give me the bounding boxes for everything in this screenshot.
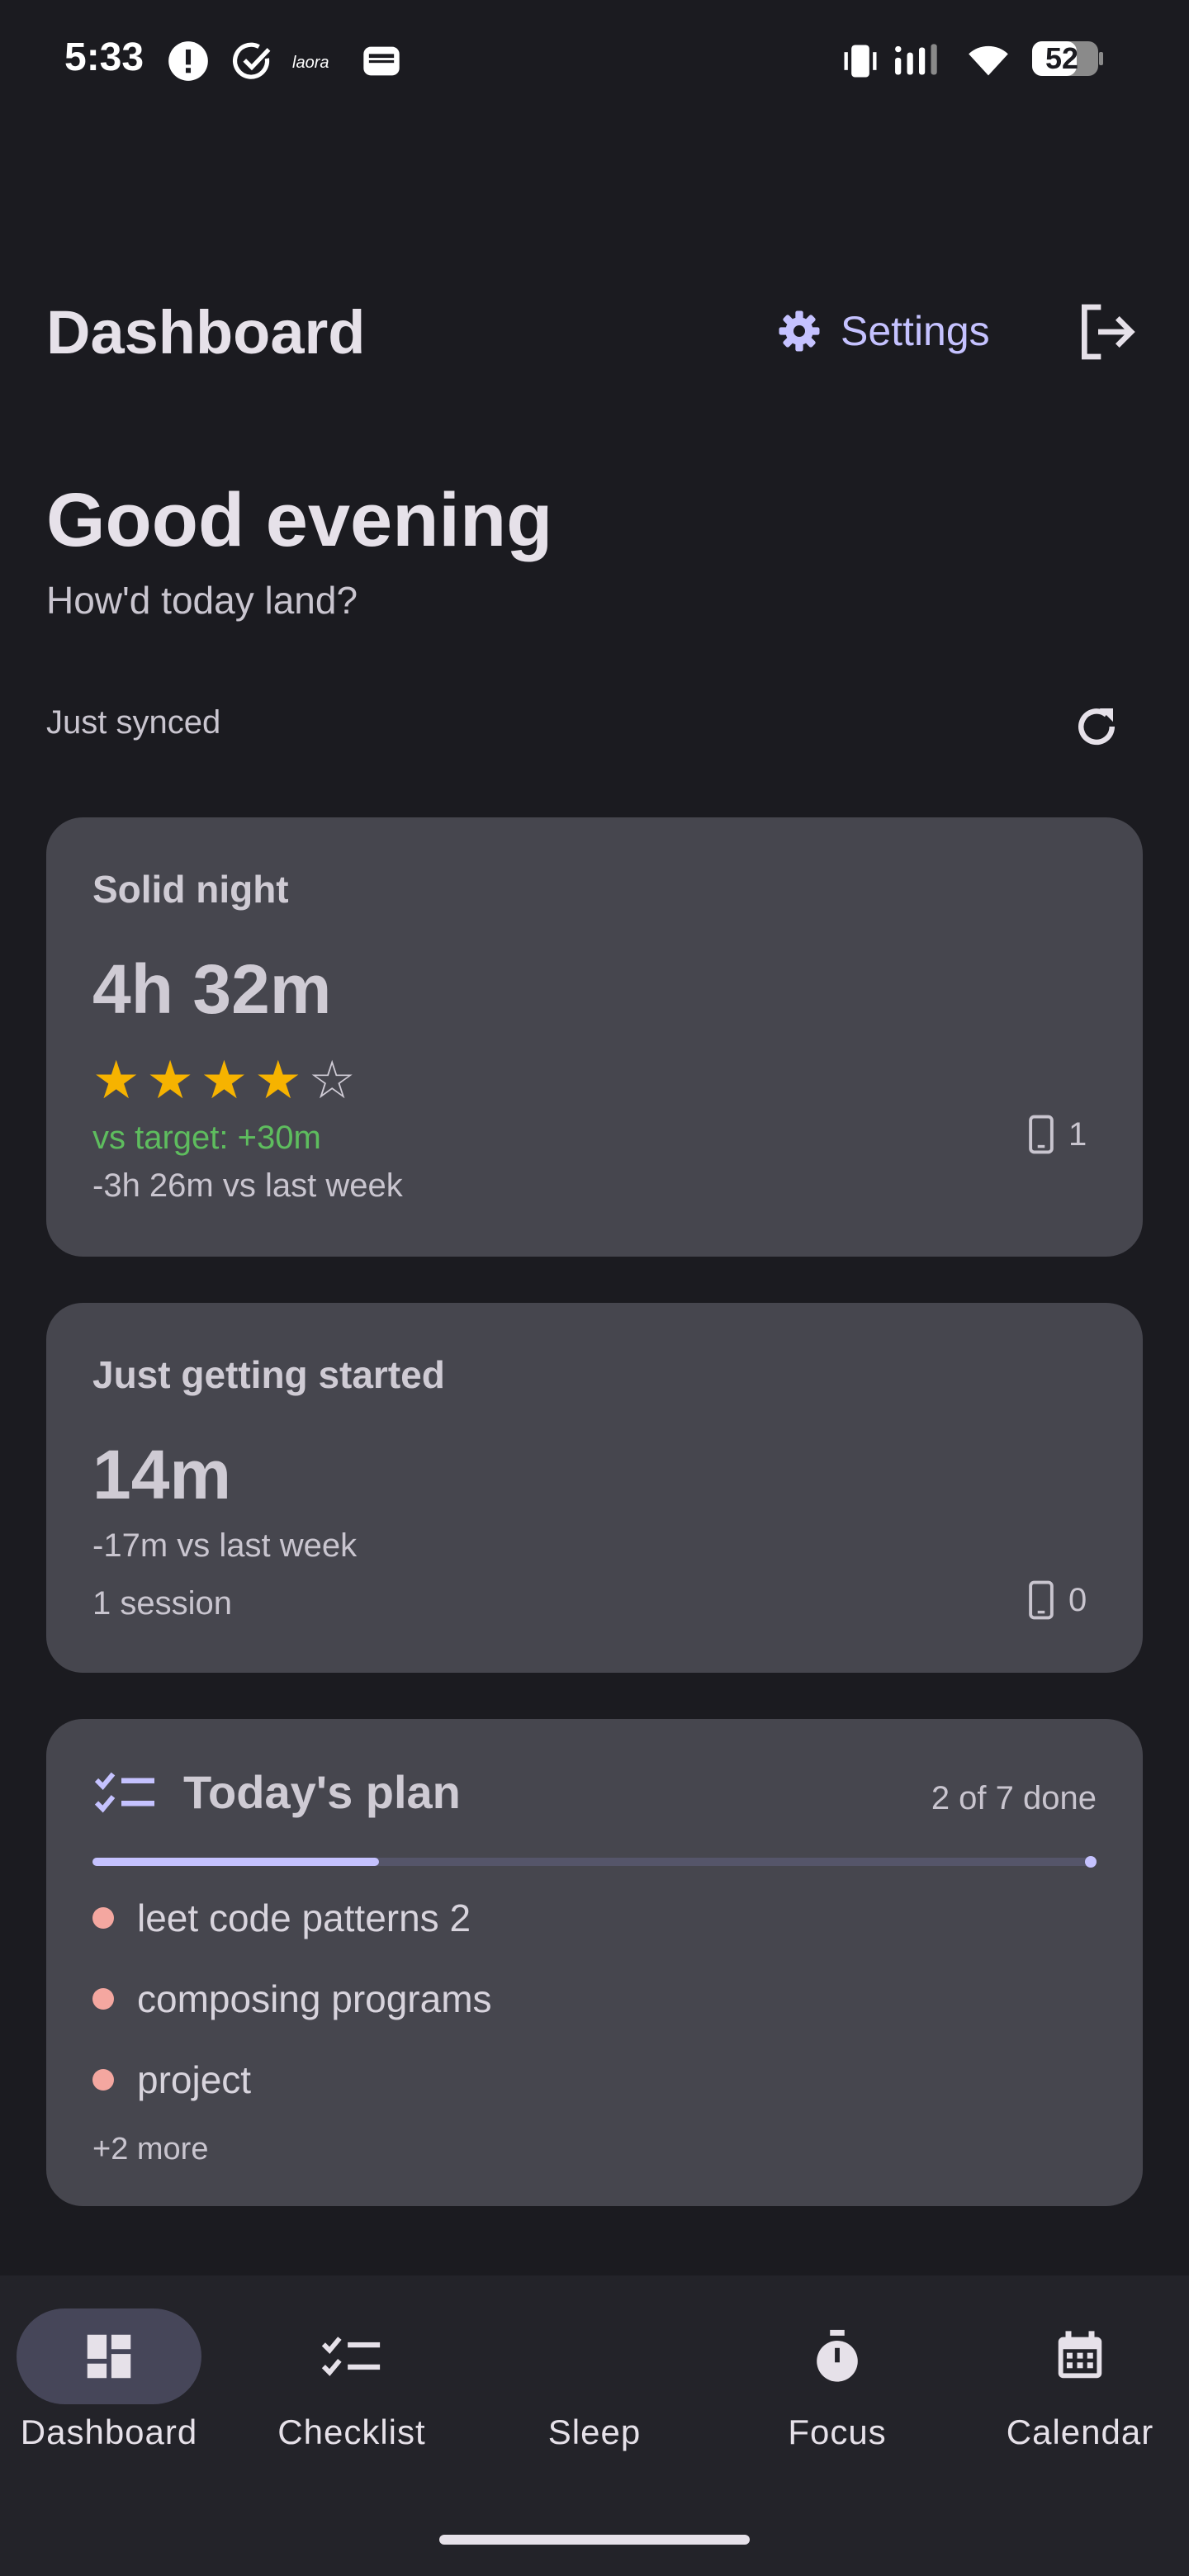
status-time: 5:33 — [64, 36, 144, 79]
plan-progress-fill — [92, 1858, 380, 1866]
star-empty-icon: ☆ — [308, 1050, 356, 1110]
star-filled-icon: ★ — [200, 1050, 249, 1110]
greeting-subtitle: How'd today land? — [46, 579, 358, 622]
device-count: 1 — [1029, 1115, 1087, 1154]
alert-icon — [168, 41, 208, 81]
task-item[interactable]: project — [92, 2057, 251, 2102]
settings-label: Settings — [841, 308, 990, 354]
plan-progress-end-dot — [1085, 1856, 1097, 1868]
device-count-value: 1 — [1068, 1115, 1087, 1153]
gear-icon — [779, 310, 820, 352]
nav-icon-wrap — [745, 2308, 930, 2404]
sync-status: Just synced — [46, 704, 221, 741]
plan-card[interactable]: Today's plan 2 of 7 done leet code patte… — [46, 1719, 1143, 2206]
gesture-handle[interactable] — [439, 2535, 750, 2545]
greeting-title: Good evening — [46, 478, 553, 562]
settings-button[interactable]: Settings — [776, 302, 990, 360]
nav-item-calendar[interactable]: Calendar — [961, 2308, 1189, 2452]
wifi-icon — [969, 45, 1008, 76]
app-logo-icon: laora — [292, 54, 329, 72]
nav-label: Dashboard — [20, 2413, 198, 2451]
focus-duration: 14m — [92, 1436, 232, 1513]
nav-icon-wrap — [502, 2308, 687, 2404]
phone-icon — [1029, 1580, 1054, 1620]
sleep-card-title: Solid night — [92, 868, 289, 911]
task-item[interactable]: leet code patterns 2 — [92, 1896, 471, 1940]
task-label: project — [137, 2058, 252, 2101]
nav-active-indicator — [17, 2308, 201, 2404]
nav-label: Focus — [788, 2413, 887, 2451]
check-circle-icon — [232, 42, 271, 79]
svg-text:laora: laora — [292, 54, 329, 72]
task-item[interactable]: composing programs — [92, 1977, 492, 2021]
dashboard-icon — [87, 2334, 131, 2379]
device-count: 0 — [1029, 1580, 1087, 1620]
nav-icon-wrap — [259, 2308, 444, 2404]
focus-vs-last-week: -17m vs last week — [92, 1527, 358, 1564]
logout-icon[interactable] — [1073, 299, 1139, 365]
nav-item-sleep[interactable]: Sleep — [476, 2308, 713, 2452]
sleep-vs-target: vs target: +30m — [92, 1120, 321, 1156]
signal-icon — [895, 44, 937, 75]
device-count-value: 0 — [1068, 1581, 1087, 1618]
task-label: leet code patterns 2 — [137, 1896, 471, 1939]
wallet-icon — [363, 46, 400, 76]
nav-icon-wrap — [988, 2308, 1172, 2404]
status-bar: 5:33 laora 52 — [0, 0, 1189, 116]
sleep-card[interactable]: Solid night 4h 32m ★ ★ ★ ★ ☆ vs target: … — [46, 817, 1143, 1257]
star-filled-icon: ★ — [254, 1050, 302, 1110]
task-status-dot — [92, 2069, 114, 2091]
star-filled-icon: ★ — [146, 1050, 194, 1110]
plan-title: Today's plan — [183, 1766, 461, 1818]
sleep-vs-last-week: -3h 26m vs last week — [92, 1167, 403, 1204]
bottom-nav: Dashboard Checklist Sleep Focus Calendar — [0, 2275, 1189, 2576]
focus-card[interactable]: Just getting started 14m -17m vs last we… — [46, 1303, 1143, 1673]
plan-card-header: Today's plan — [92, 1765, 461, 1819]
checklist-icon — [321, 2337, 381, 2376]
phone-icon — [1029, 1115, 1054, 1154]
refresh-icon[interactable] — [1072, 702, 1121, 751]
focus-card-title: Just getting started — [92, 1353, 445, 1396]
calendar-icon — [1058, 2331, 1102, 2379]
nav-label: Calendar — [1006, 2413, 1154, 2451]
checklist-icon — [94, 1772, 154, 1812]
plan-progress-bar — [92, 1856, 1097, 1868]
nav-item-focus[interactable]: Focus — [718, 2308, 956, 2452]
star-filled-icon: ★ — [92, 1050, 140, 1110]
battery-icon: 52 — [1030, 38, 1105, 79]
nav-item-checklist[interactable]: Checklist — [233, 2308, 471, 2452]
task-status-dot — [92, 1988, 114, 2010]
nav-item-dashboard[interactable]: Dashboard — [0, 2308, 228, 2452]
star-rating: ★ ★ ★ ★ ☆ — [92, 1054, 356, 1106]
nav-label: Sleep — [547, 2413, 642, 2451]
plan-progress-text: 2 of 7 done — [931, 1780, 1097, 1816]
task-label: composing programs — [137, 1977, 492, 2020]
vibrate-icon — [844, 45, 877, 78]
plan-more-link[interactable]: +2 more — [92, 2132, 208, 2167]
focus-sessions: 1 session — [92, 1585, 232, 1622]
battery-level: 52 — [1045, 41, 1079, 75]
page-title: Dashboard — [46, 298, 366, 367]
sleep-duration: 4h 32m — [92, 950, 332, 1028]
task-status-dot — [92, 1907, 114, 1929]
moon-icon — [577, 2332, 602, 2381]
timer-icon — [817, 2329, 858, 2382]
nav-label: Checklist — [277, 2413, 426, 2451]
